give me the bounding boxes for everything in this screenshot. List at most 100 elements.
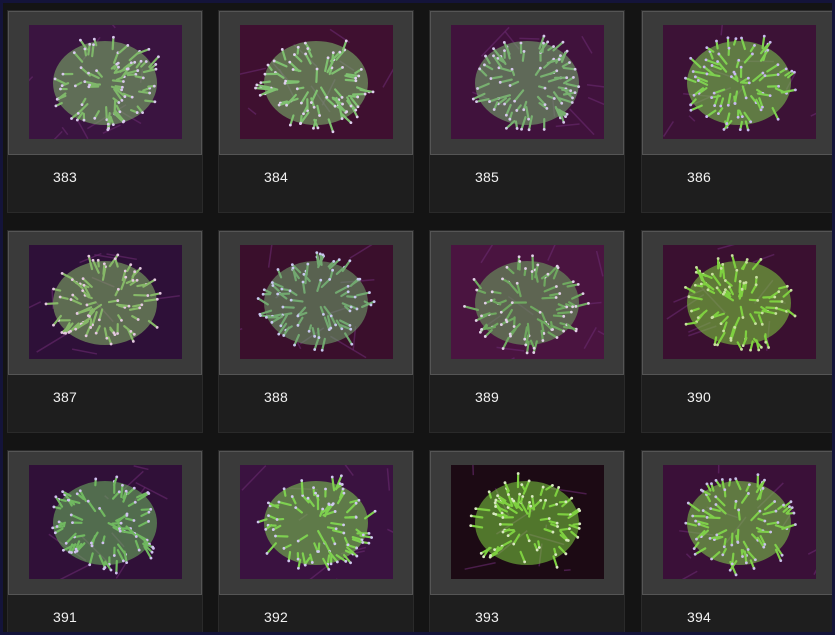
gallery-item[interactable]: 391 bbox=[7, 450, 203, 632]
tentacle-tip bbox=[695, 265, 698, 269]
tentacle-tip bbox=[716, 343, 719, 347]
thumbnail-frame[interactable] bbox=[430, 451, 624, 595]
tentacle-tip bbox=[714, 495, 718, 499]
item-number-label: 393 bbox=[475, 609, 499, 625]
tentacle-tip bbox=[517, 255, 521, 259]
thumbnail-frame[interactable] bbox=[8, 451, 202, 595]
coral-tentacle bbox=[528, 504, 532, 518]
tentacle-tip bbox=[90, 541, 93, 545]
tentacle-tip bbox=[109, 568, 113, 572]
thumbnail-frame[interactable] bbox=[8, 11, 202, 155]
tentacle-tip bbox=[342, 531, 346, 535]
tentacle-tip bbox=[92, 37, 96, 41]
tentacle-tip bbox=[314, 491, 317, 495]
tentacle-tip bbox=[556, 266, 560, 270]
gallery-item[interactable]: 393 bbox=[429, 450, 625, 632]
coral-photo-thumbnail[interactable] bbox=[29, 25, 182, 139]
tentacle-tip bbox=[123, 95, 127, 98]
coral-tentacle bbox=[120, 484, 124, 499]
tentacle-tip bbox=[274, 534, 277, 538]
tentacle-tip bbox=[368, 291, 371, 294]
tentacle-tip bbox=[354, 515, 358, 519]
tentacle-tip bbox=[505, 265, 509, 269]
tentacle-tip bbox=[302, 272, 306, 276]
tentacle-tip bbox=[705, 46, 709, 50]
rock-texture bbox=[563, 569, 571, 572]
tentacle-tip bbox=[684, 521, 688, 525]
tentacle-tip bbox=[55, 525, 59, 528]
thumbnail-frame[interactable] bbox=[430, 11, 624, 155]
tentacle-tip bbox=[296, 314, 300, 318]
tentacle-tip bbox=[578, 509, 582, 513]
tentacle-tip bbox=[527, 117, 530, 121]
coral-photo-thumbnail[interactable] bbox=[240, 245, 393, 359]
tentacle-tip bbox=[568, 61, 571, 64]
tentacle-tip bbox=[504, 113, 508, 117]
tentacle-tip bbox=[747, 81, 751, 85]
tentacle-tip bbox=[780, 300, 784, 303]
tentacle-tip bbox=[480, 314, 483, 318]
tentacle-tip bbox=[733, 325, 737, 329]
tentacle-tip bbox=[710, 272, 714, 276]
tentacle-tip bbox=[106, 122, 110, 126]
tentacle-tip bbox=[728, 478, 732, 481]
tentacle-tip bbox=[146, 491, 150, 494]
tentacle-tip bbox=[144, 60, 148, 63]
tentacle-tip bbox=[313, 348, 317, 351]
thumbnail-frame[interactable] bbox=[219, 11, 413, 155]
tentacle-tip bbox=[120, 318, 123, 322]
coral-photo-thumbnail[interactable] bbox=[240, 25, 393, 139]
thumbnail-frame[interactable] bbox=[8, 231, 202, 375]
tentacle-tip bbox=[61, 548, 65, 552]
coral-photo-thumbnail[interactable] bbox=[451, 25, 604, 139]
thumbnail-frame[interactable] bbox=[642, 11, 832, 155]
gallery-item[interactable]: 392 bbox=[218, 450, 414, 632]
tentacle-tip bbox=[315, 67, 319, 71]
coral-photo-thumbnail[interactable] bbox=[451, 245, 604, 359]
tentacle-tip bbox=[769, 530, 773, 534]
tentacle-tip bbox=[355, 307, 359, 311]
tentacle-tip bbox=[363, 92, 367, 96]
coral-tentacle bbox=[541, 296, 558, 300]
gallery-item[interactable]: 383 bbox=[7, 10, 203, 213]
gallery-item[interactable]: 386 bbox=[641, 10, 832, 213]
gallery-item[interactable]: 385 bbox=[429, 10, 625, 213]
coral-photo-thumbnail[interactable] bbox=[663, 245, 816, 359]
thumbnail-frame[interactable] bbox=[642, 451, 832, 595]
gallery-item[interactable]: 394 bbox=[641, 450, 832, 632]
thumbnail-frame[interactable] bbox=[219, 451, 413, 595]
tentacle-tip bbox=[702, 65, 706, 69]
coral-photo-thumbnail[interactable] bbox=[663, 25, 816, 139]
coral-photo-thumbnail[interactable] bbox=[451, 465, 604, 579]
tentacle-tip bbox=[318, 252, 322, 256]
tentacle-tip bbox=[258, 93, 262, 97]
tentacle-tip bbox=[293, 53, 296, 56]
gallery-item[interactable]: 390 bbox=[641, 230, 832, 433]
tentacle-tip bbox=[693, 75, 697, 79]
tentacle-tip bbox=[493, 501, 497, 505]
thumbnail-frame[interactable] bbox=[219, 231, 413, 375]
tentacle-tip bbox=[297, 566, 300, 570]
gallery-item[interactable]: 387 bbox=[7, 230, 203, 433]
tentacle-tip bbox=[763, 519, 767, 523]
gallery-item[interactable]: 389 bbox=[429, 230, 625, 433]
thumbnail-frame[interactable] bbox=[642, 231, 832, 375]
coral-tentacle bbox=[281, 305, 295, 309]
coral-photo-thumbnail[interactable] bbox=[663, 465, 816, 579]
tentacle-tip bbox=[81, 277, 85, 281]
thumbnail-frame[interactable] bbox=[430, 231, 624, 375]
tentacle-tip bbox=[258, 312, 262, 316]
coral-photo-thumbnail[interactable] bbox=[240, 465, 393, 579]
tentacle-tip bbox=[776, 521, 780, 524]
tentacle-tip bbox=[494, 498, 498, 502]
tentacle-tip bbox=[329, 326, 333, 330]
coral-photo-thumbnail[interactable] bbox=[29, 245, 182, 359]
tentacle-tip bbox=[740, 36, 743, 40]
tentacle-tip bbox=[565, 49, 569, 53]
gallery-item[interactable]: 384 bbox=[218, 10, 414, 213]
gallery-item[interactable]: 388 bbox=[218, 230, 414, 433]
tentacle-tip bbox=[573, 91, 577, 94]
tentacle-tip bbox=[689, 103, 693, 107]
tentacle-tip bbox=[546, 40, 550, 44]
coral-photo-thumbnail[interactable] bbox=[29, 465, 182, 579]
